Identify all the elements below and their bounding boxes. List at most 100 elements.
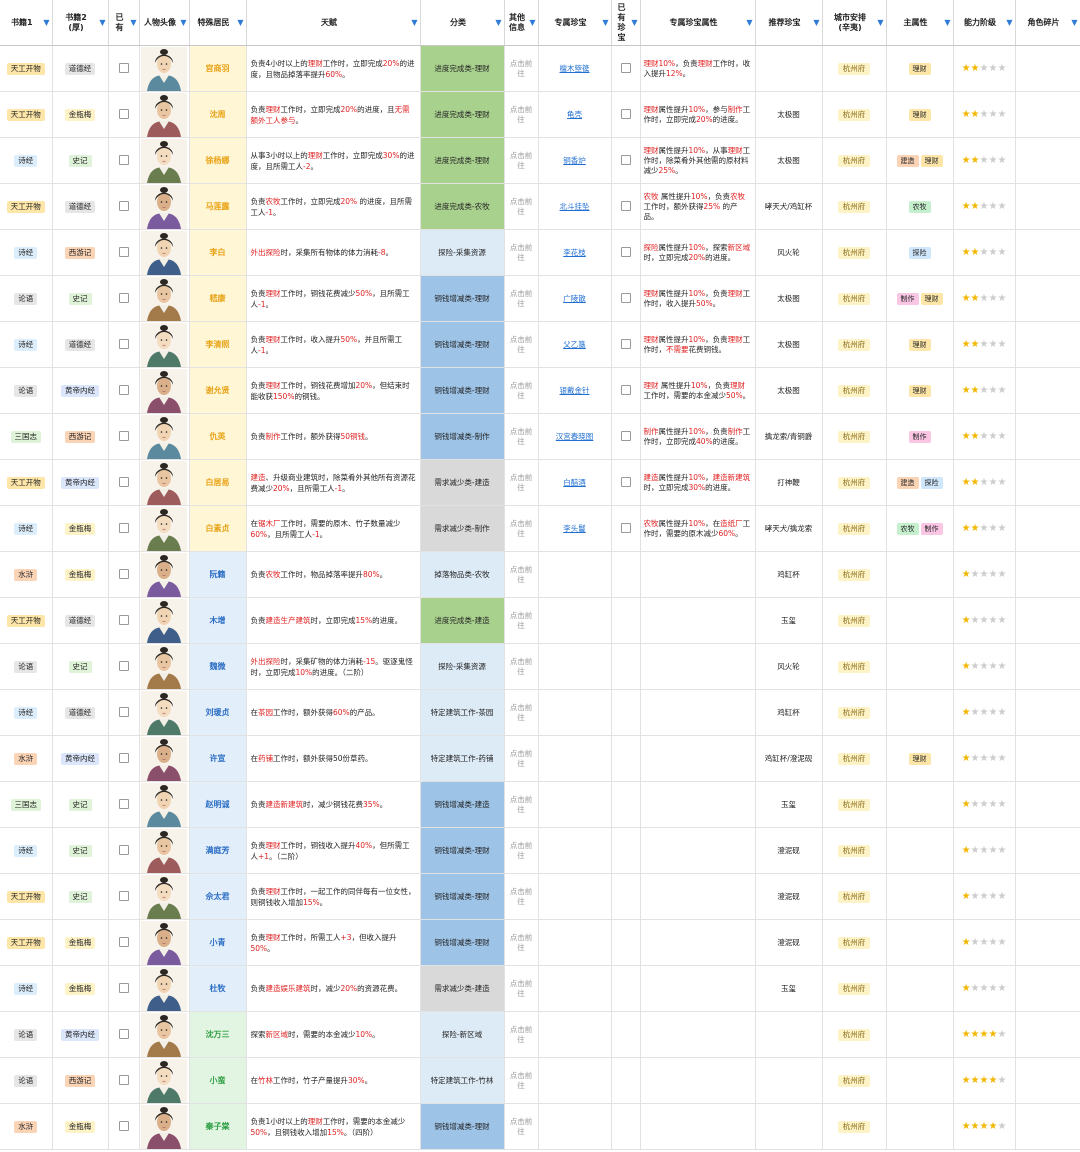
filter-icon[interactable]: ▼ xyxy=(237,18,243,28)
filter-icon[interactable]: ▼ xyxy=(944,18,950,28)
treasure-link[interactable]: 李头鬘 xyxy=(563,524,586,533)
filter-icon[interactable]: ▼ xyxy=(99,18,105,28)
info-link[interactable]: 点击前往 xyxy=(510,841,533,860)
treasure-owned-checkbox[interactable] xyxy=(620,293,631,304)
column-header-0[interactable]: 书籍1 ▼ xyxy=(0,0,53,46)
info-link[interactable]: 点击前往 xyxy=(510,979,533,998)
owned-checkbox[interactable] xyxy=(118,845,129,856)
treasure-link[interactable]: 银戴金针 xyxy=(560,386,590,395)
info-link[interactable]: 点击前往 xyxy=(510,381,533,400)
info-link[interactable]: 点击前往 xyxy=(510,151,533,170)
owned-checkbox[interactable] xyxy=(118,477,129,488)
info-link[interactable]: 点击前往 xyxy=(510,243,533,262)
column-header-1[interactable]: 书籍2 (厚) ▼ xyxy=(52,0,109,46)
owned-checkbox[interactable] xyxy=(118,661,129,672)
owned-checkbox[interactable] xyxy=(118,615,129,626)
column-header-3[interactable]: 人物头像 ▼ xyxy=(139,0,190,46)
filter-icon[interactable]: ▼ xyxy=(813,18,819,28)
info-link[interactable]: 点击前往 xyxy=(510,105,533,124)
filter-icon[interactable]: ▼ xyxy=(1006,18,1012,28)
owned-checkbox[interactable] xyxy=(118,1029,129,1040)
filter-icon[interactable]: ▼ xyxy=(746,18,752,28)
column-header-15[interactable]: 角色碎片 ▼ xyxy=(1015,0,1080,46)
treasure-link[interactable]: 白醅酒 xyxy=(563,478,586,487)
treasure-link[interactable]: 铜香炉 xyxy=(563,156,586,165)
info-link[interactable]: 点击前往 xyxy=(510,335,533,354)
info-link[interactable]: 点击前往 xyxy=(510,703,533,722)
info-link[interactable]: 点击前往 xyxy=(510,1025,533,1044)
info-link[interactable]: 点击前往 xyxy=(510,565,533,584)
filter-icon[interactable]: ▼ xyxy=(411,18,417,28)
owned-checkbox[interactable] xyxy=(118,753,129,764)
filter-icon[interactable]: ▼ xyxy=(877,18,883,28)
treasure-owned-checkbox[interactable] xyxy=(620,201,631,212)
filter-icon[interactable]: ▼ xyxy=(130,18,136,28)
filter-icon[interactable]: ▼ xyxy=(495,18,501,28)
owned-checkbox[interactable] xyxy=(118,293,129,304)
info-link[interactable]: 点击前往 xyxy=(510,933,533,952)
owned-checkbox[interactable] xyxy=(118,201,129,212)
column-header-13[interactable]: 主属性 ▼ xyxy=(886,0,954,46)
filter-icon[interactable]: ▼ xyxy=(180,18,186,28)
treasure-link[interactable]: 龟壳 xyxy=(567,110,582,119)
owned-checkbox[interactable] xyxy=(118,937,129,948)
filter-icon[interactable]: ▼ xyxy=(43,18,49,28)
treasure-owned-checkbox[interactable] xyxy=(620,339,631,350)
column-header-4[interactable]: 特殊居民 ▼ xyxy=(189,0,247,46)
owned-checkbox[interactable] xyxy=(118,385,129,396)
info-link[interactable]: 点击前往 xyxy=(510,197,533,216)
column-header-14[interactable]: 能力阶级 ▼ xyxy=(953,0,1016,46)
treasure-link[interactable]: 广陵散 xyxy=(563,294,586,303)
column-header-7[interactable]: 其他信息 ▼ xyxy=(504,0,539,46)
info-link[interactable]: 点击前往 xyxy=(510,1117,533,1136)
info-link[interactable]: 点击前往 xyxy=(510,749,533,768)
treasure-link[interactable]: 李花枝 xyxy=(563,248,586,257)
column-header-11[interactable]: 推荐珍宝 ▼ xyxy=(755,0,823,46)
column-header-12[interactable]: 城市安排 (辛夷) ▼ xyxy=(822,0,887,46)
treasure-link[interactable]: 北斗挂坠 xyxy=(560,202,590,211)
info-link[interactable]: 点击前往 xyxy=(510,657,533,676)
treasure-owned-checkbox[interactable] xyxy=(620,431,631,442)
treasure-owned-checkbox[interactable] xyxy=(620,523,631,534)
filter-icon[interactable]: ▼ xyxy=(529,18,535,28)
owned-checkbox[interactable] xyxy=(118,247,129,258)
owned-checkbox[interactable] xyxy=(118,891,129,902)
treasure-link[interactable]: 檀木箜篌 xyxy=(560,64,590,73)
info-link[interactable]: 点击前往 xyxy=(510,289,533,308)
column-header-9[interactable]: 已 有 珍 宝 ▼ xyxy=(611,0,641,46)
treasure-owned-checkbox[interactable] xyxy=(620,385,631,396)
info-link[interactable]: 点击前往 xyxy=(510,473,533,492)
treasure-owned-checkbox[interactable] xyxy=(620,477,631,488)
column-header-8[interactable]: 专属珍宝 ▼ xyxy=(538,0,612,46)
owned-checkbox[interactable] xyxy=(118,339,129,350)
info-link[interactable]: 点击前往 xyxy=(510,519,533,538)
filter-icon[interactable]: ▼ xyxy=(631,18,637,28)
treasure-owned-checkbox[interactable] xyxy=(620,155,631,166)
treasure-owned-checkbox[interactable] xyxy=(620,109,631,120)
owned-checkbox[interactable] xyxy=(118,1121,129,1132)
treasure-owned-checkbox[interactable] xyxy=(620,247,631,258)
owned-checkbox[interactable] xyxy=(118,569,129,580)
column-header-10[interactable]: 专属珍宝属性 ▼ xyxy=(640,0,756,46)
owned-checkbox[interactable] xyxy=(118,431,129,442)
column-header-5[interactable]: 天赋 ▼ xyxy=(246,0,421,46)
info-link[interactable]: 点击前往 xyxy=(510,611,533,630)
owned-checkbox[interactable] xyxy=(118,523,129,534)
owned-checkbox[interactable] xyxy=(118,63,129,74)
owned-checkbox[interactable] xyxy=(118,799,129,810)
treasure-link[interactable]: 父乙簋 xyxy=(563,340,586,349)
filter-icon[interactable]: ▼ xyxy=(602,18,608,28)
info-link[interactable]: 点击前往 xyxy=(510,427,533,446)
column-header-6[interactable]: 分类 ▼ xyxy=(420,0,505,46)
owned-checkbox[interactable] xyxy=(118,155,129,166)
info-link[interactable]: 点击前往 xyxy=(510,59,533,78)
info-link[interactable]: 点击前往 xyxy=(510,887,533,906)
owned-checkbox[interactable] xyxy=(118,109,129,120)
treasure-owned-checkbox[interactable] xyxy=(620,63,631,74)
info-link[interactable]: 点击前往 xyxy=(510,795,533,814)
filter-icon[interactable]: ▼ xyxy=(1071,18,1077,28)
owned-checkbox[interactable] xyxy=(118,707,129,718)
owned-checkbox[interactable] xyxy=(118,1075,129,1086)
info-link[interactable]: 点击前往 xyxy=(510,1071,533,1090)
treasure-link[interactable]: 汉宫春晓图 xyxy=(556,432,594,441)
